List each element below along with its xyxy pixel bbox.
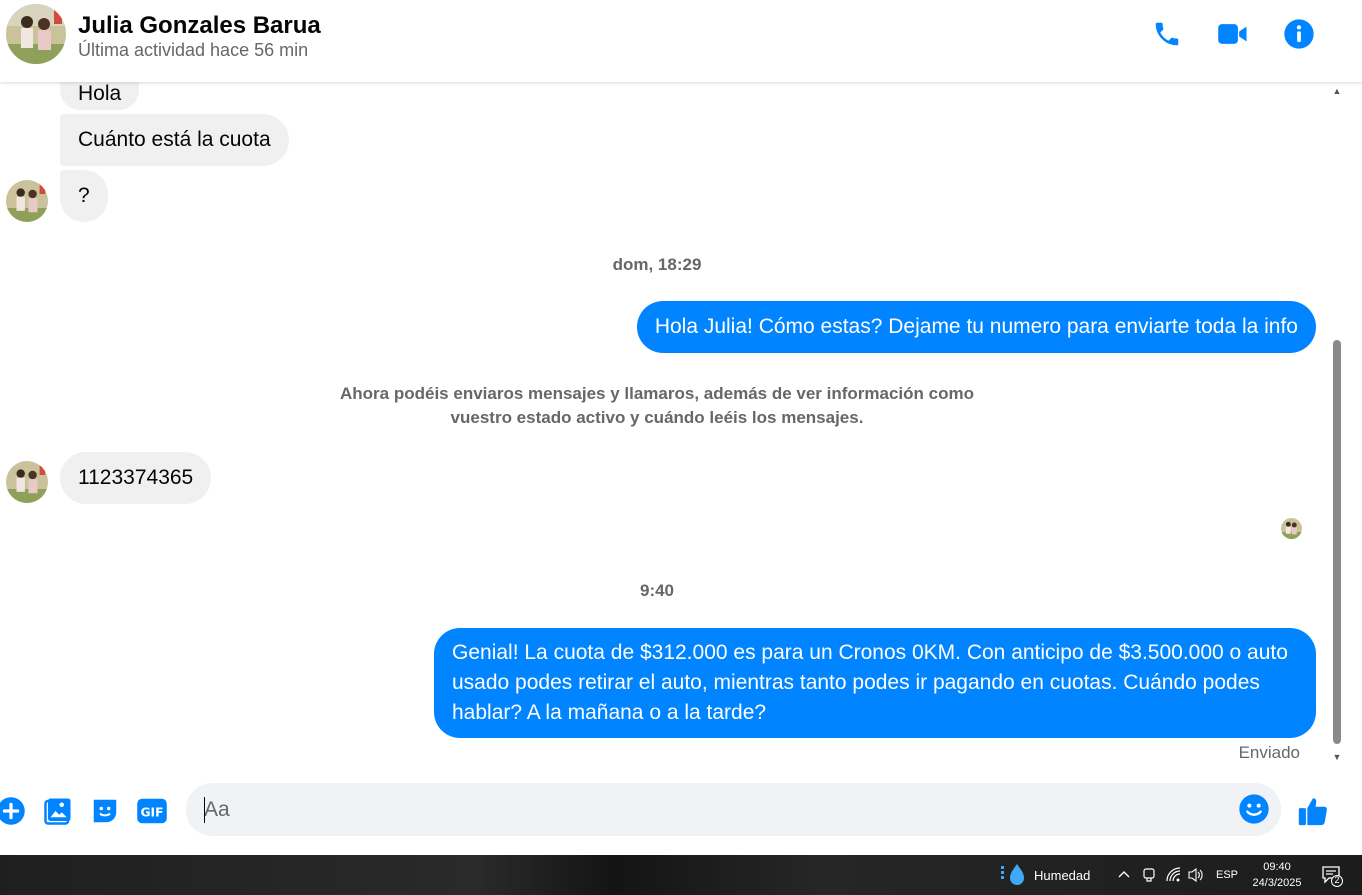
incoming-message[interactable]: Cuánto está la cuota <box>60 114 289 166</box>
like-button[interactable] <box>1296 794 1330 828</box>
incoming-message[interactable]: 1123374365 <box>60 452 212 504</box>
gif-label: GIF <box>140 806 163 820</box>
message-composer: GIF <box>0 772 1362 855</box>
wifi-icon <box>1166 867 1181 882</box>
message-timestamp: 9:40 <box>639 581 675 600</box>
plus-icon <box>0 797 25 825</box>
messenger-window: Julia Gonzales Barua Última actividad ha… <box>0 0 1362 895</box>
notifications-button[interactable]: 2 <box>1320 855 1344 895</box>
incoming-message[interactable]: Hola <box>60 82 140 110</box>
info-icon <box>1284 19 1314 49</box>
windows-taskbar: Humedad ESP 09:40 24/3/2025 2 <box>0 855 1362 895</box>
attach-image-button[interactable] <box>41 794 75 828</box>
message-timestamp: dom, 18:29 <box>612 255 702 274</box>
video-icon <box>1218 24 1247 44</box>
notification-count: 2 <box>1334 875 1340 885</box>
gif-icon: GIF <box>137 798 167 824</box>
weather-widget[interactable]: Humedad <box>1000 855 1090 895</box>
contact-name[interactable]: Julia Gonzales Barua <box>78 12 321 40</box>
sticker-icon <box>93 799 117 823</box>
emoji-icon <box>1239 794 1269 824</box>
contact-avatar-small <box>6 461 48 503</box>
device-icon <box>1143 868 1155 882</box>
sticker-button[interactable] <box>88 794 122 828</box>
contact-avatar-small <box>6 180 48 222</box>
volume-tray[interactable] <box>1187 855 1205 895</box>
more-actions-button[interactable] <box>0 794 28 828</box>
image-icon <box>44 798 71 825</box>
last-active-status: Última actividad hace 56 min <box>78 40 309 60</box>
contact-avatar[interactable] <box>6 4 66 64</box>
message-scrollbar[interactable]: ▲ ▼ <box>1330 82 1344 772</box>
input-language[interactable]: ESP <box>1216 855 1238 895</box>
scroll-thumb[interactable] <box>1333 340 1341 744</box>
outgoing-message[interactable]: Genial! La cuota de $312.000 es para un … <box>434 628 1316 738</box>
show-hidden-icons-button[interactable] <box>1117 855 1131 895</box>
scroll-down-arrow-icon[interactable]: ▼ <box>1332 752 1342 762</box>
outgoing-message[interactable]: Hola Julia! Cómo estas? Dejame tu numero… <box>636 301 1316 353</box>
conversation-header: Julia Gonzales Barua Última actividad ha… <box>0 0 1362 82</box>
network-tray[interactable] <box>1166 855 1182 895</box>
clock-date: 24/3/2025 <box>1252 877 1302 889</box>
clock-time: 09:40 <box>1263 861 1291 873</box>
taskbar-clock[interactable]: 09:40 24/3/2025 <box>1244 859 1310 891</box>
humidity-icon <box>1001 864 1024 885</box>
message-sent-status: Enviado <box>1238 743 1300 762</box>
audio-call-button[interactable] <box>1149 16 1185 52</box>
message-input-wrapper[interactable] <box>186 783 1281 836</box>
chevron-up-icon <box>1118 871 1130 878</box>
conversation-info-button[interactable] <box>1281 16 1317 52</box>
text-caret <box>204 797 205 823</box>
like-icon <box>1298 798 1327 826</box>
weather-label: Humedad <box>1034 867 1091 883</box>
speaker-icon <box>1188 867 1203 883</box>
meet-now-tray[interactable] <box>1142 855 1156 895</box>
system-notice: Ahora podéis enviaros mensajes y llamaro… <box>300 382 1014 430</box>
message-list: Hola Cuánto está la cuota ? dom, 18:29 H… <box>0 82 1330 772</box>
system-notice-line: vuestro estado activo y cuándo leéis los… <box>450 408 864 427</box>
video-call-button[interactable] <box>1215 16 1251 52</box>
scroll-up-arrow-icon[interactable]: ▲ <box>1332 86 1342 96</box>
message-input[interactable] <box>204 783 1224 836</box>
emoji-button[interactable] <box>1237 792 1271 826</box>
system-notice-line: Ahora podéis enviaros mensajes y llamaro… <box>340 384 974 403</box>
incoming-message[interactable]: ? <box>60 170 108 222</box>
seen-indicator-avatar <box>1281 518 1302 539</box>
phone-icon <box>1155 22 1179 46</box>
gif-button[interactable]: GIF <box>135 794 169 828</box>
